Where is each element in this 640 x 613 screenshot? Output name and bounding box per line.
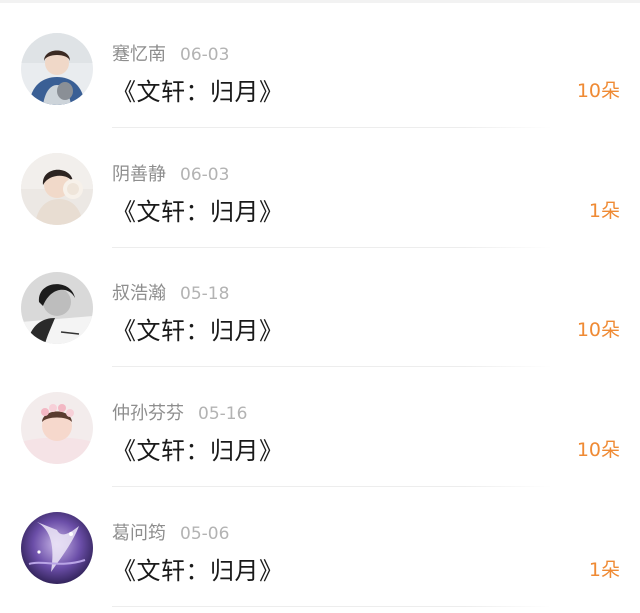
avatar-girl-earmuffs-icon (21, 153, 93, 225)
list-item[interactable]: 阴善静 06-03 《文轩：归月》 1朵 (0, 128, 640, 248)
send-date: 05-06 (180, 524, 230, 544)
avatar-anime-purple-icon (21, 512, 93, 584)
list-item[interactable]: 仲孙芬芬 05-16 《文轩：归月》 10朵 (0, 367, 640, 487)
avatar[interactable] (21, 272, 93, 344)
sender-name: 葛问筠 05-06 (112, 523, 230, 544)
book-title: 《文轩：归月》 (112, 317, 284, 345)
avatar[interactable] (21, 392, 93, 464)
list-item[interactable]: 蹇忆南 06-03 《文轩：归月》 10朵 (0, 8, 640, 128)
book-title: 《文轩：归月》 (112, 437, 284, 465)
sender-name: 阴善静 06-03 (112, 164, 230, 185)
top-divider (0, 0, 640, 3)
avatar-man-monochrome-icon (21, 272, 93, 344)
avatar-child-flower-crown-icon (21, 392, 93, 464)
send-date: 06-03 (180, 165, 230, 185)
book-title: 《文轩：归月》 (112, 78, 284, 106)
sender-name: 蹇忆南 06-03 (112, 44, 230, 65)
send-date: 05-16 (198, 404, 248, 424)
flower-count: 1朵 (588, 200, 620, 222)
avatar[interactable] (21, 153, 93, 225)
avatar-girl-blue-jacket-icon (21, 33, 93, 105)
send-date: 06-03 (180, 45, 230, 65)
flower-count: 10朵 (576, 319, 620, 341)
flower-count: 10朵 (576, 80, 620, 102)
list-item[interactable]: 葛问筠 05-06 《文轩：归月》 1朵 (0, 487, 640, 607)
book-title: 《文轩：归月》 (112, 198, 284, 226)
send-date: 05-18 (180, 284, 230, 304)
sender-name: 叔浩瀚 05-18 (112, 283, 230, 304)
avatar[interactable] (21, 33, 93, 105)
list-item[interactable]: 叔浩瀚 05-18 《文轩：归月》 10朵 (0, 247, 640, 367)
sender-name: 仲孙芬芬 05-16 (112, 403, 248, 424)
row-divider (112, 606, 552, 607)
avatar[interactable] (21, 512, 93, 584)
flower-count: 1朵 (588, 559, 620, 581)
book-title: 《文轩：归月》 (112, 557, 284, 585)
flower-count: 10朵 (576, 439, 620, 461)
